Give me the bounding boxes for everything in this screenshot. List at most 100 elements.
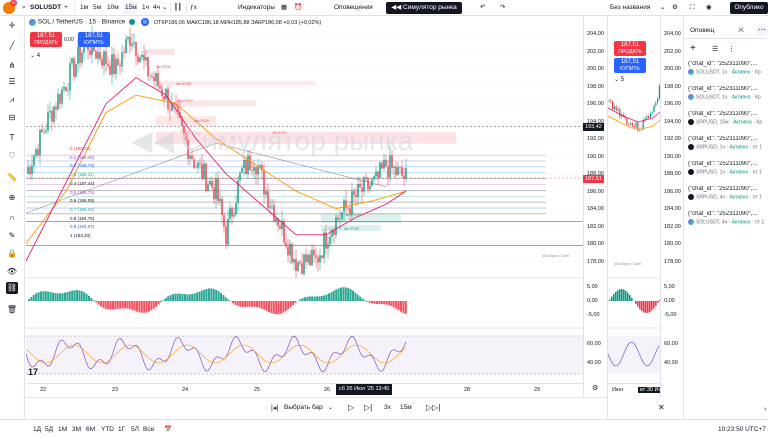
- measure-tool-icon[interactable]: ⊟: [6, 112, 18, 124]
- heart-icon[interactable]: ♡: [6, 150, 18, 162]
- buy-button[interactable]: 187,51 КУПИТЬ: [78, 32, 110, 47]
- interval-dropdown-icon[interactable]: ⌄: [162, 2, 167, 14]
- publish-button[interactable]: Опублико: [730, 2, 768, 14]
- secondary-chart[interactable]: 187,51 ПРОДАТЬ 187,51 КУПИТЬ ⌄ 5 Т Июнвт…: [607, 16, 683, 419]
- alert-item[interactable]: {"chat_id": "252311090",... SOLUSDT, 1ч ·…: [688, 61, 768, 75]
- main-chart[interactable]: SOL / TetherUS · 15 · Binance ◎ ОТКР186,…: [26, 16, 607, 397]
- undo-icon[interactable]: ↶: [480, 2, 485, 14]
- interval-2[interactable]: 10м: [107, 2, 119, 14]
- secondary-buy-button[interactable]: 187,51 КУПИТЬ: [614, 58, 646, 73]
- settings-icon[interactable]: ⚙: [672, 2, 678, 14]
- indicators-button[interactable]: Индикаторы: [238, 2, 275, 14]
- alerts-tab[interactable]: Оповещ: [690, 27, 715, 34]
- fib-level-label: 0,6 (186,09): [70, 198, 95, 204]
- interval-3[interactable]: 15м: [124, 2, 138, 14]
- alert-add-icon[interactable]: ⏰: [294, 2, 302, 14]
- date-range-icon[interactable]: 📅: [164, 424, 172, 436]
- secondary-price-axis[interactable]: 204,00 202,00 200,00 198,00 196,00 194,00 192,…: [660, 16, 683, 397]
- trash-icon[interactable]: 🗑: [6, 304, 18, 316]
- alert-item[interactable]: {"chat_id": "252311090",... XRPUSD, 1ч · …: [688, 161, 768, 175]
- replay-interval-button[interactable]: 15м: [400, 404, 412, 411]
- axis-settings-icon[interactable]: ⚙: [592, 384, 598, 392]
- lock-drawing-icon[interactable]: ✎: [6, 230, 18, 242]
- redo-icon[interactable]: ↷: [500, 2, 505, 14]
- sell-price: 187,51: [36, 33, 56, 39]
- patterns-icon[interactable]: ⩘: [6, 94, 18, 106]
- candle-body: [285, 242, 287, 247]
- indicators-toggle[interactable]: ⌄ 4: [30, 52, 40, 59]
- secondary-candle: [642, 120, 644, 129]
- layout-icon[interactable]: ▦: [281, 2, 287, 14]
- range-3м[interactable]: 3М: [72, 424, 81, 436]
- alert-item[interactable]: {"chat_id": "252311090",... SOLUSDT, 4ч ·…: [688, 211, 768, 225]
- magnet-icon[interactable]: ∩: [6, 212, 18, 224]
- candle-body: [151, 75, 153, 77]
- zoom-icon[interactable]: ⊕: [6, 192, 18, 204]
- secondary-sell-button[interactable]: 187,51 ПРОДАТЬ: [614, 41, 646, 56]
- pitchfork-icon[interactable]: ⋔: [6, 60, 18, 72]
- log-tab[interactable]: Ж: [738, 27, 744, 34]
- jump-to-realtime-icon[interactable]: ▷▷|: [426, 403, 440, 412]
- range-6м[interactable]: 6М: [86, 424, 95, 436]
- interval-0[interactable]: 1м: [80, 2, 88, 14]
- candle-body: [271, 205, 273, 207]
- alert-item[interactable]: {"chat_id": "252311090",... XRPUSD, 15м ·…: [688, 111, 768, 125]
- panel-chevron-icon[interactable]: ›: [764, 406, 766, 413]
- range-ytd[interactable]: YTD: [101, 424, 114, 436]
- fullscreen-icon[interactable]: ⛶: [690, 2, 695, 14]
- chart-canvas[interactable]: [26, 16, 607, 397]
- step-forward-icon[interactable]: ▷|: [364, 403, 372, 412]
- indicators-icon[interactable]: ƒx: [190, 2, 197, 14]
- interval-4[interactable]: 1ч: [142, 2, 149, 14]
- lock-icon[interactable]: 🔒: [6, 248, 18, 260]
- symbol-search[interactable]: SOLUSDT: [30, 2, 61, 14]
- play-icon[interactable]: ▷: [348, 403, 354, 412]
- link-icon[interactable]: ⛓: [6, 282, 18, 294]
- secondary-price-label: 204,00: [664, 31, 681, 37]
- select-bar-dropdown-icon[interactable]: ⌄: [328, 404, 333, 411]
- more-icon[interactable]: ⋯: [756, 24, 768, 36]
- candle-body: [361, 187, 363, 192]
- eye-icon[interactable]: 👁: [6, 266, 18, 278]
- add-alert-icon[interactable]: +: [690, 43, 696, 54]
- crosshair-icon[interactable]: ✛: [6, 20, 18, 32]
- candle-body: [201, 163, 203, 179]
- close-replay-icon[interactable]: ✕: [658, 403, 665, 412]
- alert-item[interactable]: {"chat_id": "252311090",... XRPUSD, 4ч · …: [688, 186, 768, 200]
- interval-5[interactable]: 4ч: [153, 2, 160, 14]
- candle-body: [203, 163, 205, 179]
- select-bar-icon[interactable]: |◂|: [271, 404, 278, 412]
- price-axis[interactable]: 204,00 202,00 200,00 198,00 196,00 194,00 192,…: [583, 16, 607, 397]
- fib-retracement-icon[interactable]: ☰: [6, 76, 18, 88]
- range-1д[interactable]: 1Д: [33, 424, 41, 436]
- secondary-indicators-toggle[interactable]: ⌄ 5: [614, 76, 624, 83]
- range-все[interactable]: Все: [143, 424, 154, 436]
- select-bar-button[interactable]: Выбрать бар: [284, 404, 323, 411]
- text-tool-icon[interactable]: T: [6, 132, 18, 144]
- alert-item[interactable]: {"chat_id": "252311090",... XRPUSD, 1ч · …: [688, 136, 768, 150]
- range-1г[interactable]: 1Г: [118, 424, 125, 436]
- replay-button[interactable]: ◀◀ Симулятор рынка: [386, 2, 462, 14]
- ruler-icon[interactable]: 📏: [6, 172, 18, 184]
- alerts-button[interactable]: Оповещения: [334, 2, 373, 14]
- alert-sort-icon[interactable]: ⋮: [728, 45, 735, 53]
- sell-button[interactable]: 187,51 ПРОДАТЬ: [30, 32, 62, 47]
- layout-dropdown-icon[interactable]: ⌄: [660, 2, 665, 14]
- alert-timeframe: 4ч: [721, 219, 728, 226]
- speed-button[interactable]: 3x: [384, 404, 391, 411]
- time-axis[interactable]: 22 23 24 25 26 28 29: [26, 383, 583, 397]
- candle-type-icon[interactable]: ┃┃: [174, 2, 182, 14]
- range-5д[interactable]: 5Д: [45, 424, 53, 436]
- unnamed-layout-button[interactable]: Без названия: [610, 2, 650, 14]
- search-icon[interactable]: ⌕: [22, 2, 26, 14]
- interval-1[interactable]: 5м: [93, 2, 101, 14]
- trend-line-icon[interactable]: ╱: [6, 40, 18, 52]
- range-5л[interactable]: 5Л: [131, 424, 139, 436]
- alert-filter-icon[interactable]: ☰: [712, 45, 718, 53]
- range-1м[interactable]: 1М: [58, 424, 67, 436]
- snapshot-icon[interactable]: ◉: [706, 2, 712, 14]
- alert-item[interactable]: {"chat_id": "252311090",... SOLUSDT, 1ч ·…: [688, 86, 768, 100]
- candle-body: [327, 244, 329, 249]
- compare-icon[interactable]: +: [64, 2, 68, 14]
- clock-display[interactable]: 10:23:50 UTC+7: [718, 424, 766, 436]
